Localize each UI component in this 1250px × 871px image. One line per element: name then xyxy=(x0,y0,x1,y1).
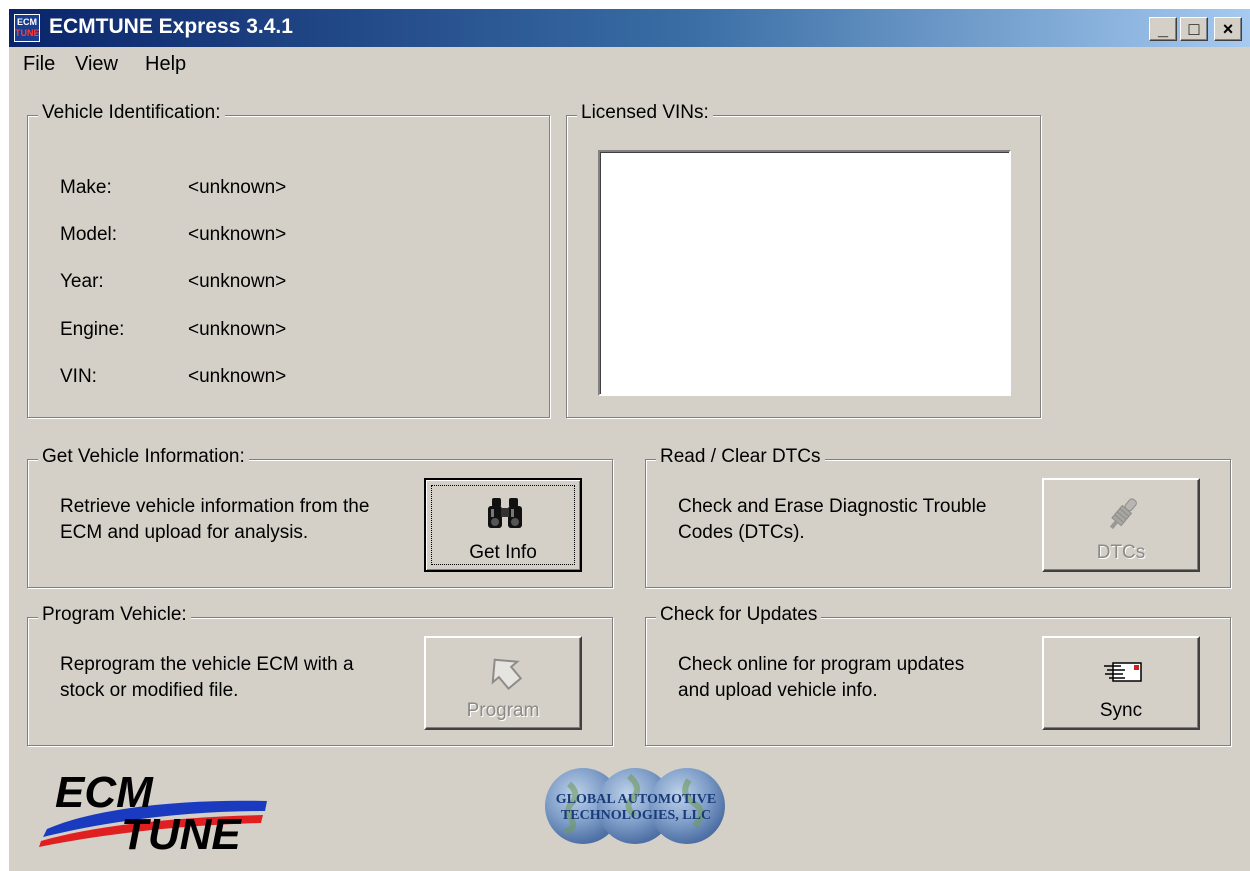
year-label: Year: xyxy=(60,271,104,292)
minimize-button[interactable]: _ xyxy=(1149,17,1177,41)
get-vehicle-info-desc-line1: Retrieve vehicle information from the xyxy=(60,496,370,517)
program-vehicle-title: Program Vehicle: xyxy=(38,604,191,626)
read-clear-dtcs-desc-line2: Codes (DTCs). xyxy=(678,522,805,543)
app-icon-text-top: ECM xyxy=(17,17,37,27)
ecmtune-logo-line2: TUNE xyxy=(121,810,242,857)
make-value: <unknown> xyxy=(188,177,287,198)
menu-view[interactable]: View xyxy=(75,53,118,76)
program-vehicle-desc-line2: stock or modified file. xyxy=(60,680,239,701)
read-clear-dtcs-description: Check and Erase Diagnostic Trouble Codes… xyxy=(678,494,986,546)
make-label: Make: xyxy=(60,177,112,198)
model-value: <unknown> xyxy=(188,224,287,245)
app-window: ECM TUNE ECMTUNE Express 3.4.1 _ □ × Fil… xyxy=(8,8,1250,871)
vin-value: <unknown> xyxy=(188,366,287,387)
check-updates-title: Check for Updates xyxy=(656,604,822,626)
program-vehicle-group: Program Vehicle: Reprogram the vehicle E… xyxy=(27,604,613,746)
sync-button[interactable]: Sync xyxy=(1042,636,1200,730)
window-title: ECMTUNE Express 3.4.1 xyxy=(49,15,293,38)
close-icon: × xyxy=(1222,19,1234,39)
menu-file[interactable]: File xyxy=(23,53,55,76)
app-icon-text-bottom: TUNE xyxy=(15,28,40,38)
get-vehicle-info-group: Get Vehicle Information: Retrieve vehicl… xyxy=(27,446,613,588)
app-logo-icon[interactable]: ECM TUNE xyxy=(14,14,40,42)
get-info-label: Get Info xyxy=(469,542,537,563)
program-arrow-icon xyxy=(491,658,523,690)
check-updates-group: Check for Updates Check online for progr… xyxy=(645,604,1231,746)
dtcs-label: DTCs xyxy=(1096,542,1146,563)
dtcs-button[interactable]: DTCs xyxy=(1042,478,1200,572)
program-vehicle-desc-line1: Reprogram the vehicle ECM with a xyxy=(60,654,354,675)
gat-logo-line1: GLOBAL AUTOMOTIVE xyxy=(556,792,716,807)
vehicle-identification-title: Vehicle Identification: xyxy=(38,102,225,124)
binoculars-icon xyxy=(488,498,522,528)
get-vehicle-info-description: Retrieve vehicle information from the EC… xyxy=(60,494,369,546)
year-value: <unknown> xyxy=(188,271,287,292)
get-vehicle-info-title: Get Vehicle Information: xyxy=(38,446,249,468)
maximize-icon: □ xyxy=(1188,19,1200,39)
program-button[interactable]: Program xyxy=(424,636,582,730)
check-updates-desc-line1: Check online for program updates xyxy=(678,654,965,675)
menu-help[interactable]: Help xyxy=(145,53,186,76)
close-button[interactable]: × xyxy=(1214,17,1242,41)
licensed-vins-title: Licensed VINs: xyxy=(577,102,713,124)
check-updates-description: Check online for program updates and upl… xyxy=(678,652,964,704)
read-clear-dtcs-desc-line1: Check and Erase Diagnostic Trouble xyxy=(678,496,987,517)
title-bar[interactable]: ECM TUNE ECMTUNE Express 3.4.1 _ □ × xyxy=(9,9,1250,47)
ecmtune-logo: ECM TUNE xyxy=(39,768,267,857)
minimize-icon: _ xyxy=(1157,19,1168,39)
check-updates-desc-line2: and upload vehicle info. xyxy=(678,680,878,701)
get-info-button[interactable]: Get Info xyxy=(424,478,582,572)
global-automotive-technologies-logo: GLOBAL AUTOMOTIVE TECHNOLOGIES, LLC xyxy=(545,768,725,844)
program-vehicle-description: Reprogram the vehicle ECM with a stock o… xyxy=(60,652,354,704)
email-icon xyxy=(1104,662,1142,682)
engine-label: Engine: xyxy=(60,319,125,340)
vin-label: VIN: xyxy=(60,366,97,387)
vehicle-identification-group: Vehicle Identification: Make: <unknown> … xyxy=(27,102,550,418)
read-clear-dtcs-title: Read / Clear DTCs xyxy=(656,446,825,468)
licensed-vins-listbox[interactable] xyxy=(598,150,1011,396)
sync-label: Sync xyxy=(1099,700,1143,721)
read-clear-dtcs-group: Read / Clear DTCs Check and Erase Diagno… xyxy=(645,446,1231,588)
probe-icon xyxy=(1109,498,1137,530)
model-label: Model: xyxy=(60,224,118,245)
licensed-vins-group: Licensed VINs: xyxy=(566,102,1041,418)
get-vehicle-info-desc-line2: ECM and upload for analysis. xyxy=(60,522,309,543)
menu-bar: File View Help xyxy=(9,49,1250,77)
gat-logo-line2: TECHNOLOGIES, LLC xyxy=(561,808,711,823)
engine-value: <unknown> xyxy=(188,319,287,340)
maximize-button[interactable]: □ xyxy=(1180,17,1208,41)
program-label: Program xyxy=(466,700,540,721)
